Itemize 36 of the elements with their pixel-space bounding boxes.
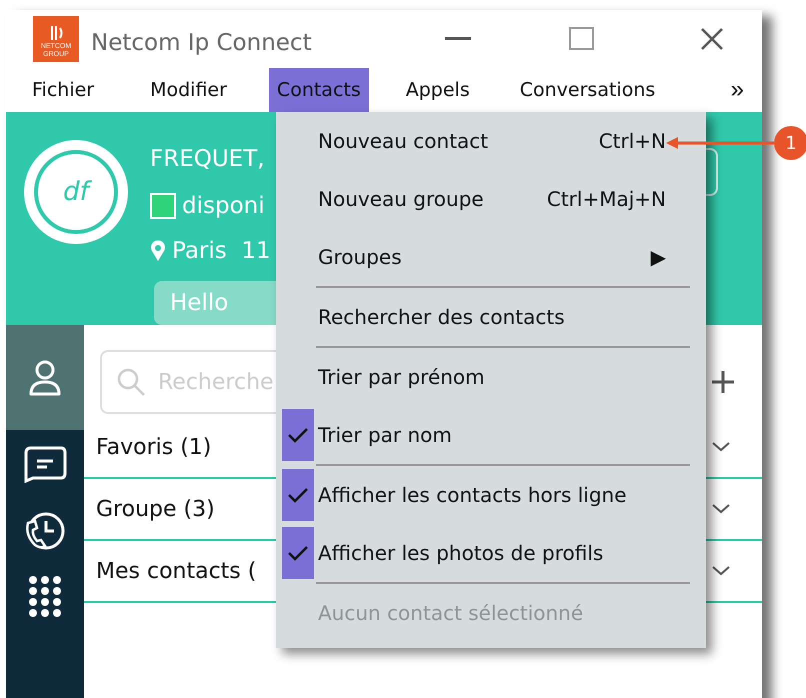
chevron-down-icon[interactable] [712, 566, 730, 576]
location-text: Paris 11 [172, 238, 271, 264]
checkmark-icon [287, 545, 309, 561]
menu-item[interactable]: Contacts [268, 68, 369, 112]
group-label[interactable]: Favoris (1) [96, 434, 212, 460]
person-icon [27, 358, 63, 398]
chat-icon [23, 444, 67, 482]
menu-entry: Aucun contact sélectionné [317, 600, 584, 627]
menu-item[interactable]: Appels [398, 68, 478, 112]
window-title: Netcom Ip Connect [91, 30, 313, 56]
menu-entry[interactable]: Afficher les photos de profils [282, 524, 706, 582]
chevron-down-icon[interactable] [712, 442, 730, 452]
overflow-button[interactable]: » [724, 68, 750, 112]
search-icon [116, 367, 146, 397]
add-icon[interactable] [712, 371, 734, 393]
user-name: FREQUET, [150, 146, 266, 174]
menu-entry[interactable]: Groupes ▶ [282, 228, 706, 286]
maximize-icon[interactable] [569, 27, 595, 51]
close-icon[interactable] [700, 27, 724, 51]
callout-badge: 1 [774, 126, 806, 160]
location-pin-icon [150, 240, 166, 262]
menu-item[interactable]: Fichier [24, 68, 102, 112]
phone-clock-icon [23, 510, 67, 550]
checkmark-icon [287, 487, 309, 503]
minimize-icon[interactable] [445, 37, 471, 41]
menu-entry[interactable]: Rechercher des contacts [282, 288, 706, 346]
menu-entry[interactable]: Afficher les contacts hors ligne [282, 466, 706, 524]
menu-item[interactable]: Modifier [142, 68, 235, 112]
menu-entry[interactable]: Nouveau groupe Ctrl+Maj+N [282, 170, 706, 228]
menu-entry[interactable]: Nouveau contact Ctrl+N [282, 112, 706, 170]
group-label[interactable]: Groupe (3) [96, 496, 215, 522]
chevron-down-icon[interactable] [712, 504, 730, 514]
menu-item[interactable]: Conversations [512, 68, 664, 112]
status-label: disponi [182, 192, 265, 219]
checkmark-icon [287, 427, 309, 443]
group-label[interactable]: Mes contacts ( [96, 558, 256, 584]
